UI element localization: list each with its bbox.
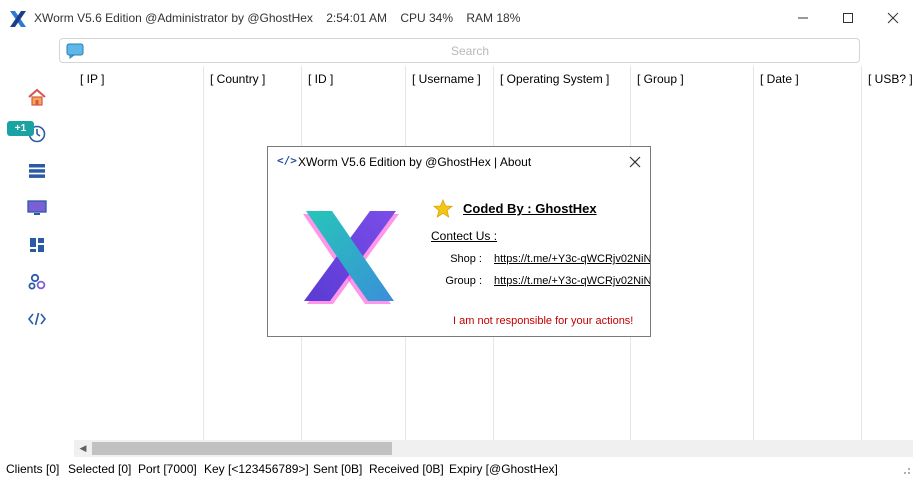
sidebar-servers[interactable] (26, 160, 48, 182)
minimize-icon (798, 17, 808, 19)
dialog-close-button[interactable] (626, 153, 644, 171)
column-header-usb[interactable]: [ USB? ] (868, 72, 913, 86)
scroll-left-arrow-icon[interactable]: ◀ (77, 442, 89, 455)
status-bar: Clients [0] Selected [0] Port [7000] Key… (0, 459, 913, 477)
sidebar-settings[interactable] (26, 271, 48, 293)
home-icon (28, 88, 46, 106)
xworm-logo-icon (10, 11, 26, 27)
column-date[interactable]: [ Date ] (754, 66, 862, 440)
code-icon: </> (277, 154, 297, 167)
star-icon (433, 199, 453, 218)
app-title: XWorm V5.6 Edition @Administrator by @Gh… (34, 11, 313, 25)
scrollbar-thumb[interactable] (92, 442, 392, 455)
column-header-id[interactable]: [ ID ] (308, 72, 333, 86)
shop-label: Shop : (450, 253, 482, 265)
search-input[interactable] (90, 41, 850, 60)
code-icon (27, 312, 47, 326)
ram-readout: RAM 18% (466, 11, 521, 25)
status-sent: Sent [0B] (313, 462, 363, 476)
close-icon (887, 12, 899, 24)
column-header-group[interactable]: [ Group ] (637, 72, 684, 86)
maximize-button[interactable] (833, 8, 863, 28)
new-client-badge: +1 (7, 121, 34, 136)
about-dialog: </> XWorm V5.6 Edition by @GhostHex | Ab… (267, 146, 651, 337)
coded-by-label: Coded By : GhostHex (463, 201, 597, 216)
column-header-operating-system[interactable]: [ Operating System ] (500, 72, 609, 86)
clock-readout: 2:54:01 AM (326, 11, 387, 25)
disclaimer-text: I am not responsible for your actions! (453, 315, 634, 327)
group-label: Group : (445, 275, 482, 287)
minimize-button[interactable] (788, 8, 818, 28)
horizontal-scrollbar[interactable]: ◀ (74, 440, 913, 457)
sidebar (0, 78, 74, 338)
sidebar-dashboard[interactable] (26, 234, 48, 256)
shop-link[interactable]: https://t.me/+Y3c-qWCRjv02NiNi (494, 253, 650, 265)
group-link[interactable]: https://t.me/+Y3c-qWCRjv02NiNi (494, 275, 650, 287)
column-ip[interactable]: [ IP ] (74, 66, 204, 440)
maximize-icon (843, 13, 853, 23)
close-button[interactable] (878, 8, 908, 28)
window-title: XWorm V5.6 Edition @Administrator by @Gh… (34, 11, 520, 25)
chat-bubble-icon (66, 43, 84, 59)
sidebar-code[interactable] (26, 308, 48, 330)
column-header-date[interactable]: [ Date ] (760, 72, 799, 86)
close-icon (629, 156, 641, 168)
column-header-country[interactable]: [ Country ] (210, 72, 265, 86)
column-header-username[interactable]: [ Username ] (412, 72, 481, 86)
status-clients: Clients [0] (6, 462, 60, 476)
contact-us-label: Contect Us : (431, 229, 498, 243)
status-expiry: Expiry [@GhostHex] (449, 462, 558, 476)
xworm-logo-icon (303, 211, 399, 304)
monitor-icon (27, 200, 47, 215)
status-selected: Selected [0] (68, 462, 132, 476)
sidebar-home[interactable] (26, 86, 48, 108)
status-key: Key [<123456789>] (204, 462, 309, 476)
search-bar[interactable] (59, 38, 860, 63)
column-usb[interactable]: [ USB? ] (862, 66, 913, 440)
status-port: Port [7000] (138, 462, 197, 476)
status-received: Received [0B] (369, 462, 444, 476)
dashboard-icon (30, 238, 44, 252)
settings-gears-icon (28, 273, 46, 290)
dialog-title: XWorm V5.6 Edition by @GhostHex | About (298, 155, 532, 169)
title-bar: XWorm V5.6 Edition @Administrator by @Gh… (0, 0, 913, 36)
resize-grip-icon[interactable] (901, 465, 911, 475)
server-list-icon (29, 164, 45, 178)
cpu-readout: CPU 34% (400, 11, 453, 25)
column-header-ip[interactable]: [ IP ] (80, 72, 104, 86)
sidebar-monitor[interactable] (26, 197, 48, 219)
